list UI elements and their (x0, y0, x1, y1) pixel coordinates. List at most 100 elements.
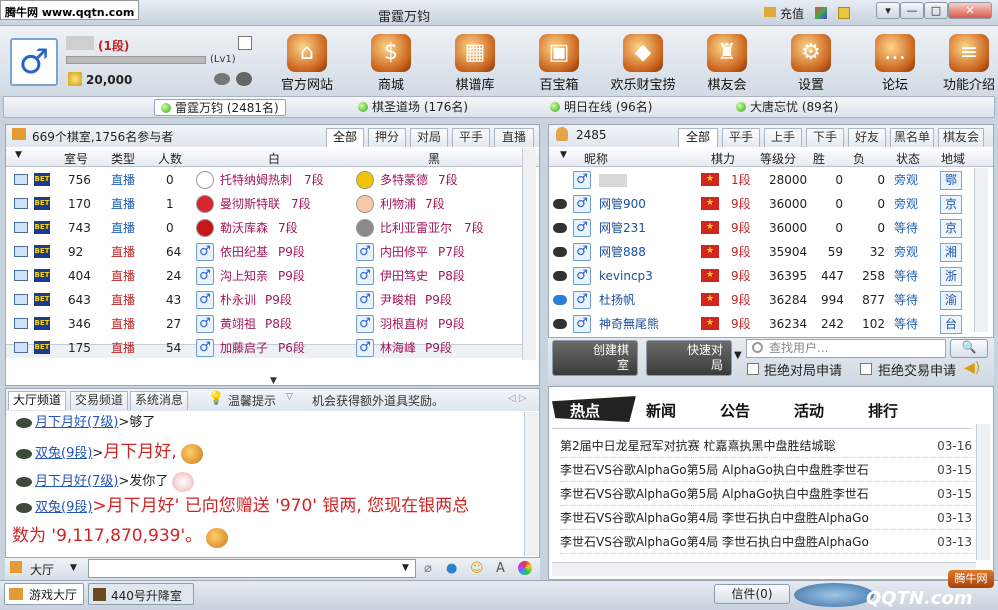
rooms-tab-game[interactable]: 对局 (410, 128, 448, 147)
room-row[interactable]: BET 404 直播 24 ♂ 沟上知亲 P9段 ♂ 伊田笃史 P8段 (6, 264, 522, 288)
rooms-tab-all[interactable]: 全部 (326, 128, 364, 147)
quick-match-button[interactable]: 快速对局 (646, 340, 732, 376)
tip-dropdown-icon[interactable]: ▽ (286, 392, 293, 402)
players-tab-club[interactable]: 棋友会 (938, 128, 984, 147)
sort-arrow-icon[interactable]: ▼ (15, 150, 22, 160)
channel-select[interactable]: 大厅 (30, 561, 54, 578)
player-nickname[interactable]: 网管888 (599, 240, 646, 264)
search-button[interactable]: 🔍 (950, 339, 988, 358)
toolbar-kifu-library[interactable]: ▦ 棋谱库 (440, 34, 510, 93)
server-tab-2[interactable]: 明日在线 (96名) (544, 99, 658, 116)
rooms-scrollbar[interactable] (522, 148, 536, 360)
news-tab-event[interactable]: 活动 (794, 400, 824, 421)
col-black[interactable]: 黑 (428, 150, 440, 167)
col-rating[interactable]: 等级分 (760, 150, 796, 167)
players-tab-blacklist[interactable]: 黑名单 (890, 128, 934, 147)
mail-button[interactable]: 信件(0) (714, 584, 790, 604)
col-room[interactable]: 室号 (64, 150, 88, 167)
dropdown-arrow-icon[interactable]: ▼ (734, 350, 742, 361)
profile-card-icon[interactable] (238, 36, 252, 50)
toolbar-fortune[interactable]: ◆ 欢乐财宝捞 (608, 34, 678, 93)
player-row[interactable]: ♂ kevincp3 ★ 9段 36395 447 258 等待 浙 (549, 264, 974, 288)
channel-dropdown-icon[interactable]: ▼ (70, 563, 77, 573)
col-white[interactable]: 白 (268, 150, 280, 167)
close-icon[interactable]: ✕ (948, 2, 992, 19)
avatar[interactable]: ♂ (10, 38, 58, 86)
news-title[interactable]: 第2届中日龙星冠军对抗赛 杧嘉熹执黑中盘胜结城聡 (560, 439, 835, 453)
news-item[interactable]: 第2届中日龙星冠军对抗赛 杧嘉熹执黑中盘胜结城聡 03-16 (560, 434, 974, 458)
white-player[interactable]: 依田纪基 (220, 240, 268, 264)
attach-icon[interactable]: ⌀ (424, 561, 432, 576)
splitter-arrow-icon[interactable]: ▼ (270, 376, 277, 386)
col-status[interactable]: 状态 (896, 150, 920, 167)
chat-tab-hall[interactable]: 大厅频道 (8, 391, 66, 410)
toolbar-shop[interactable]: $ 商城 (356, 34, 426, 93)
server-tab-3[interactable]: 大唐忘忧 (89名) (730, 99, 844, 116)
col-count[interactable]: 人数 (158, 150, 182, 167)
col-loss[interactable]: 负 (853, 150, 865, 167)
black-player[interactable]: 多特蒙德 (380, 168, 428, 192)
skin-icon[interactable] (815, 7, 827, 19)
black-player[interactable]: 羽根直树 (380, 312, 428, 336)
news-title[interactable]: 李世石VS谷歌AlphaGo第4局 李世石执白中盘胜AlphaGo (560, 511, 869, 525)
user-search-input[interactable]: 查找用户... (746, 339, 946, 358)
chat-input[interactable] (88, 559, 416, 578)
chat-tab-trade[interactable]: 交易频道 (70, 391, 128, 410)
color-icon[interactable] (518, 561, 532, 575)
news-title[interactable]: 李世石VS谷歌AlphaGo第4局 李世石执白中盘胜AlphaGo (560, 535, 869, 549)
room-row[interactable]: BET 170 直播 1 曼彻斯特联 7段 利物浦 7段 (6, 192, 522, 216)
room-row[interactable]: BET 756 直播 0 托特纳姆热刺 7段 多特蒙德 7段 (6, 168, 522, 192)
minimize-icon[interactable]: — (900, 2, 924, 19)
col-region[interactable]: 地域 (941, 150, 965, 167)
news-tab-hot[interactable]: 热点 (570, 400, 600, 421)
chat-tab-system[interactable]: 系统消息 (130, 391, 188, 410)
black-player[interactable]: 利物浦 (380, 192, 416, 216)
news-scrollbar[interactable] (976, 424, 990, 560)
player-nickname[interactable]: kevincp3 (599, 264, 653, 288)
news-item[interactable]: 李世石VS谷歌AlphaGo第5局 AlphaGo执白中盘胜李世石 03-15 (560, 482, 974, 506)
news-title[interactable]: 李世石VS谷歌AlphaGo第5局 AlphaGo执白中盘胜李世石 (560, 487, 869, 501)
player-row[interactable]: ♂ 网管900 ★ 9段 36000 0 0 旁观 京 (549, 192, 974, 216)
room-tab[interactable]: 440号升降室 (88, 583, 194, 605)
white-player[interactable]: 托特纳姆热刺 (220, 168, 292, 192)
players-tab-upper[interactable]: 上手 (764, 128, 802, 147)
white-player[interactable]: 勒沃库森 (220, 216, 268, 240)
white-player[interactable]: 朴永训 (220, 288, 256, 312)
font-icon[interactable]: A (496, 561, 505, 576)
emoji-icon[interactable]: ☺ (470, 561, 484, 576)
players-tab-friends[interactable]: 好友 (848, 128, 886, 147)
col-type[interactable]: 类型 (111, 150, 135, 167)
news-hscrollbar[interactable] (552, 562, 976, 576)
white-player[interactable]: 曼彻斯特联 (220, 192, 280, 216)
player-row[interactable]: ♂ 神奇無尾熊 ★ 9段 36234 242 102 等待 台 (549, 312, 974, 336)
sort-arrow-icon[interactable]: ▼ (560, 150, 567, 160)
black-player[interactable]: 尹畯相 (380, 288, 416, 312)
room-row[interactable]: BET 175 直播 54 ♂ 加藤启子 P6段 ♂ 林海峰 P9段 (6, 336, 522, 360)
players-scrollbar[interactable] (974, 168, 988, 332)
maximize-icon[interactable]: □ (924, 2, 948, 19)
col-strength[interactable]: 棋力 (711, 150, 735, 167)
player-row[interactable]: ♂ 杜扬帆 ★ 9段 36284 994 877 等待 渝 (549, 288, 974, 312)
col-nickname[interactable]: 昵称 (584, 150, 608, 167)
players-tab-even[interactable]: 平手 (722, 128, 760, 147)
toolbar-forum[interactable]: … 论坛 (860, 34, 930, 93)
lobby-tab[interactable]: 游戏大厅 (4, 583, 84, 605)
bubble-icon[interactable]: ● (446, 561, 457, 576)
chat-scrollbar[interactable] (524, 412, 538, 556)
news-tab-news[interactable]: 新闻 (646, 400, 676, 421)
toolbar-official-site[interactable]: ⌂ 官方网站 (272, 34, 342, 93)
rooms-tab-bet[interactable]: 押分 (368, 128, 406, 147)
room-row[interactable]: BET 346 直播 27 ♂ 黄翊祖 P8段 ♂ 羽根直树 P9段 (6, 312, 522, 336)
notes-icon[interactable] (838, 7, 850, 19)
room-row[interactable]: BET 92 直播 64 ♂ 依田纪基 P9段 ♂ 内田修平 P7段 (6, 240, 522, 264)
room-row[interactable]: BET 643 直播 43 ♂ 朴永训 P9段 ♂ 尹畯相 P9段 (6, 288, 522, 312)
toolbar-settings[interactable]: ⚙ 设置 (776, 34, 846, 93)
speaker-icon[interactable]: ◀) (964, 360, 980, 376)
reject-trade-checkbox[interactable] (860, 363, 872, 375)
white-player[interactable]: 加藤启子 (220, 336, 268, 360)
players-tab-all[interactable]: 全部 (678, 128, 718, 147)
black-player[interactable]: 内田修平 (380, 240, 428, 264)
rooms-tab-live[interactable]: 直播 (494, 128, 534, 147)
server-tab-1[interactable]: 棋圣道场 (176名) (352, 99, 474, 116)
toolbar-features[interactable]: ≡ 功能介绍 (940, 34, 998, 93)
